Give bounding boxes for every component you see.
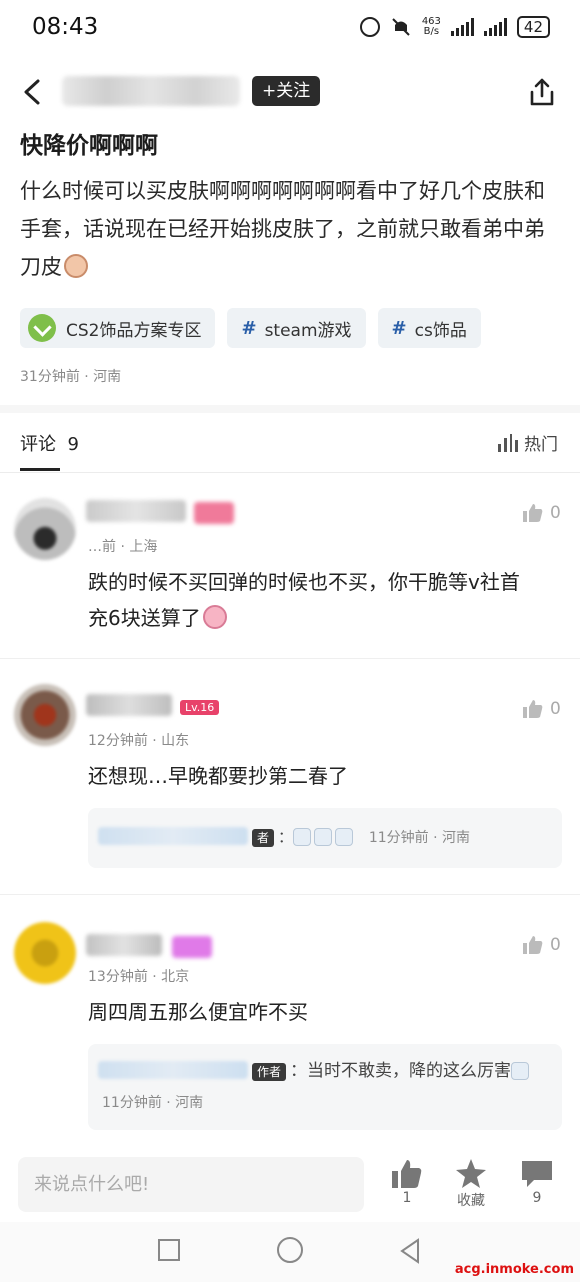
like-button[interactable]: 0 (522, 934, 561, 956)
level-badge: Lv.16 (180, 700, 220, 715)
avatar[interactable] (14, 684, 76, 746)
hash-icon: # (391, 317, 407, 339)
comments-tab[interactable]: 评论 9 (20, 430, 79, 456)
watermark: acg.inmoke.com (454, 1262, 574, 1277)
section-separator (0, 405, 580, 413)
reply-author-blurred (98, 1061, 248, 1079)
alarm-icon (359, 17, 380, 37)
signal-icon-2 (483, 18, 507, 36)
author-badge: 者 (252, 829, 275, 847)
hash-icon: # (241, 317, 257, 339)
cool-emoji-icon (511, 1062, 530, 1080)
thumbs-up-icon (523, 700, 543, 718)
avatar[interactable] (14, 922, 76, 984)
recent-apps-button[interactable] (158, 1239, 180, 1261)
comment-text: 周四周五那么便宜咋不买 (88, 1000, 308, 1024)
author-name-blurred[interactable] (62, 76, 240, 106)
avatar[interactable] (14, 498, 76, 560)
back-arrow-icon[interactable] (22, 78, 42, 106)
reply-meta: 11分钟前 · 河南 (368, 830, 470, 846)
post-title: 快降价啊啊啊 (20, 133, 158, 159)
tab-divider (0, 472, 580, 473)
comment-meta: …前 · 上海 (88, 539, 158, 555)
battery-indicator: 42 (516, 16, 550, 38)
comment-meta: 13分钟前 · 北京 (88, 969, 190, 985)
commenter-name-blurred[interactable] (86, 694, 172, 716)
topic-tags: CS2饰品方案专区 # steam游戏 # cs饰品 (20, 308, 481, 348)
thumbs-up-icon (523, 504, 543, 522)
net-speed: 463 B/s (421, 16, 441, 37)
comment-divider (0, 658, 580, 659)
tag-cs-skins[interactable]: # cs饰品 (377, 308, 481, 348)
sort-icon (498, 433, 518, 452)
sort-toggle[interactable]: 热门 (498, 430, 558, 455)
star-icon (456, 1159, 486, 1188)
nav-back-button[interactable] (398, 1238, 422, 1264)
comment-button[interactable]: 9 (520, 1158, 554, 1206)
like-button[interactable]: 0 (522, 698, 561, 720)
thumbs-up-icon (523, 936, 543, 954)
comment-divider (0, 894, 580, 895)
cs2-logo-icon (28, 314, 56, 342)
emoji-face-icon (64, 254, 88, 278)
cool-emoji-icon (293, 828, 312, 846)
comment-text: 还想现…早晚都要抄第二春了 (88, 764, 348, 788)
like-button[interactable]: 0 (522, 502, 561, 524)
follow-button[interactable]: +关注 (252, 76, 321, 106)
reply-block[interactable]: 作者 ：当时不敢卖，降的这么厉害 11分钟前 · 河南 (88, 1044, 562, 1130)
comment-text: 跌的时候不买回弹的时候也不买，你干脆等v社首充6块送算了 (88, 570, 520, 630)
home-button[interactable] (277, 1237, 303, 1263)
comments-tab-indicator (20, 468, 60, 471)
pig-emoji-icon (202, 605, 227, 629)
favorite-button[interactable]: 收藏 (454, 1158, 488, 1210)
cool-emoji-icon (314, 828, 333, 846)
comment-bubble-icon (522, 1161, 552, 1187)
reply-meta: 11分钟前 · 河南 (102, 1095, 204, 1111)
like-post-button[interactable]: 1 (390, 1158, 424, 1206)
share-icon[interactable] (526, 76, 558, 108)
post-meta: 31分钟前 · 河南 (20, 369, 122, 385)
author-badge: 作者 (252, 1063, 287, 1081)
comment-input[interactable]: 来说点什么吧! (18, 1157, 364, 1212)
reply-block[interactable]: 者： 11分钟前 · 河南 (88, 808, 562, 868)
cool-emoji-icon (335, 828, 354, 846)
reply-author-blurred (98, 827, 248, 845)
user-badge-blurred (172, 936, 212, 958)
status-time: 08:43 (32, 14, 99, 40)
thumbs-up-icon (392, 1160, 422, 1188)
tag-steam-games[interactable]: # steam游戏 (227, 308, 366, 348)
mute-icon (392, 18, 410, 36)
user-badge-blurred (194, 502, 234, 524)
commenter-name-blurred[interactable] (86, 500, 186, 522)
status-icons: 463 B/s 42 (359, 16, 550, 38)
comment-meta: 12分钟前 · 山东 (88, 733, 190, 749)
commenter-name-blurred[interactable] (86, 934, 162, 956)
signal-icon (450, 18, 474, 36)
tag-cs2-section[interactable]: CS2饰品方案专区 (20, 308, 216, 348)
post-content: 什么时候可以买皮肤啊啊啊啊啊啊啊看中了好几个皮肤和手套，话说现在已经开始挑皮肤了… (20, 179, 545, 279)
